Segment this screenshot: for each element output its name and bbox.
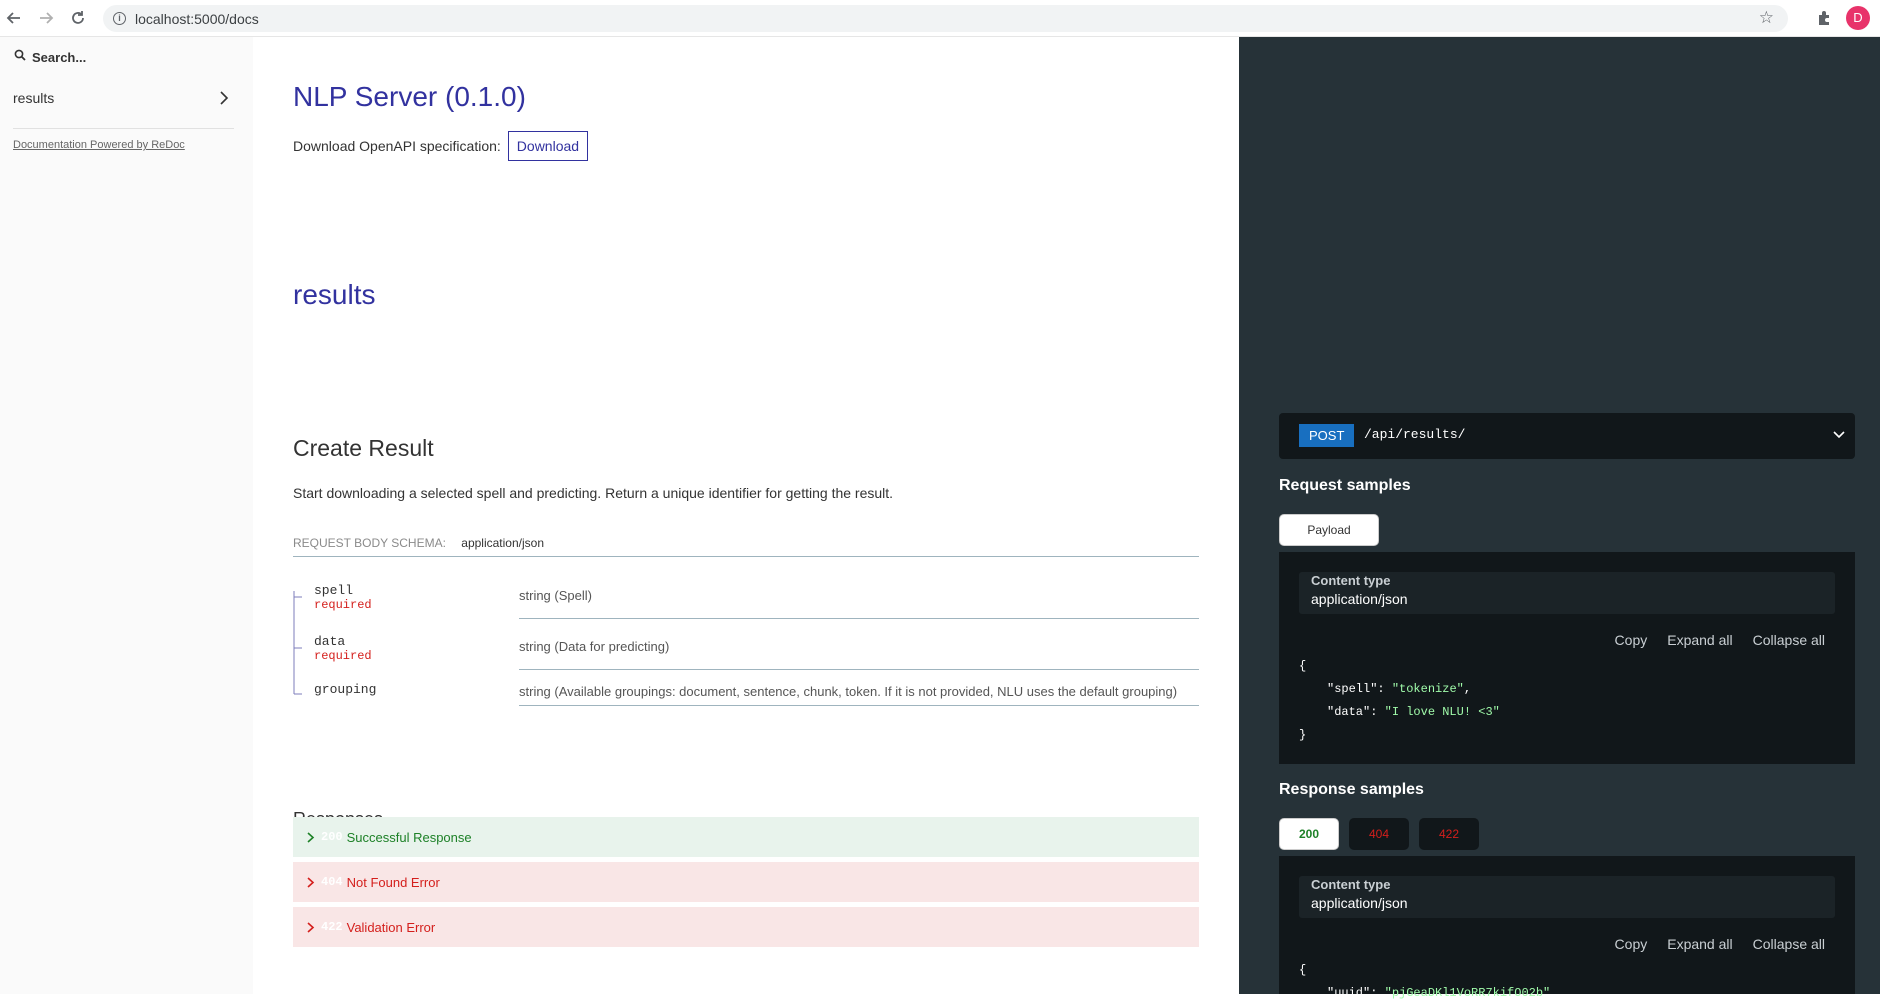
property-divider xyxy=(519,618,1199,619)
content-type-value[interactable]: application/json xyxy=(1311,895,1408,911)
schema-property-grouping: grouping string (Available groupings: do… xyxy=(293,682,1199,722)
sidebar-item-results[interactable]: results xyxy=(0,83,234,113)
response-200[interactable]: 200 Successful Response xyxy=(293,817,1199,857)
property-name: grouping xyxy=(314,682,377,697)
required-badge: required xyxy=(314,649,372,663)
content-type-box: Content type application/json xyxy=(1299,572,1835,614)
download-row: Download OpenAPI specification: Download xyxy=(293,131,589,161)
address-bar[interactable]: i localhost:5000/docs ☆ xyxy=(103,5,1788,32)
endpoint-bar[interactable]: POST /api/results/ xyxy=(1279,413,1855,459)
json-key: "data" xyxy=(1327,705,1371,719)
operation-description: Start downloading a selected spell and p… xyxy=(293,485,894,501)
response-label: Validation Error xyxy=(346,919,436,935)
tag-title[interactable]: results xyxy=(293,279,375,311)
response-json: { "uuid": "pjGeaDKl1VoRR7kifO02b" xyxy=(1299,959,1550,1005)
browser-toolbar: i localhost:5000/docs ☆ D xyxy=(0,0,1880,37)
response-code: 422 xyxy=(321,920,343,934)
bookmark-star-icon[interactable]: ☆ xyxy=(1759,8,1774,28)
schema-property-data: data required string (Data for predictin… xyxy=(293,634,1199,682)
json-string: "I love NLU! <3" xyxy=(1384,705,1500,719)
download-label: Download OpenAPI specification: xyxy=(293,138,501,154)
json-string: "pjGeaDKl1VoRR7kifO02b" xyxy=(1384,986,1551,1000)
property-name: spell xyxy=(314,583,354,598)
request-sample-box: Content type application/json Copy Expan… xyxy=(1279,552,1855,764)
json-line: "data": "I love NLU! <3" xyxy=(1327,705,1500,719)
json-key: "spell" xyxy=(1327,682,1378,696)
chevron-right-icon xyxy=(307,921,315,933)
response-label: Not Found Error xyxy=(346,874,440,890)
chevron-right-icon xyxy=(307,876,315,888)
property-divider xyxy=(519,669,1199,670)
tree-connector xyxy=(293,634,302,682)
content-type-box: Content type application/json xyxy=(1299,876,1835,918)
expand-all-button[interactable]: Expand all xyxy=(1667,632,1732,648)
response-code: 404 xyxy=(321,875,343,889)
content-type-value[interactable]: application/json xyxy=(1311,591,1408,607)
tree-connector xyxy=(293,591,302,635)
json-open-brace: { xyxy=(1299,963,1307,977)
chevron-down-icon xyxy=(1833,431,1845,439)
content-type-label: Content type xyxy=(1311,573,1391,588)
schema-property-spell: spell required string (Spell) xyxy=(293,583,1199,635)
profile-avatar[interactable]: D xyxy=(1846,6,1870,30)
forward-arrow-icon[interactable] xyxy=(36,8,56,28)
response-label: Successful Response xyxy=(346,829,472,845)
response-code: 200 xyxy=(321,830,343,844)
property-type: string (Spell) xyxy=(519,588,592,603)
response-samples-title: Response samples xyxy=(1279,781,1424,798)
sample-actions: Copy Expand all Collapse all xyxy=(1615,936,1825,952)
reload-icon[interactable] xyxy=(68,8,88,28)
url-text[interactable]: localhost:5000/docs xyxy=(135,11,259,27)
tab-payload[interactable]: Payload xyxy=(1279,514,1379,546)
sample-actions: Copy Expand all Collapse all xyxy=(1615,632,1825,648)
collapse-all-button[interactable]: Collapse all xyxy=(1753,632,1825,648)
search-input[interactable] xyxy=(32,45,232,69)
json-string: "tokenize" xyxy=(1391,682,1464,696)
expand-all-button[interactable]: Expand all xyxy=(1667,936,1732,952)
powered-by-link[interactable]: Documentation Powered by ReDoc xyxy=(13,139,185,151)
request-json: { "spell": "tokenize", "data": "I love N… xyxy=(1299,655,1500,747)
operation-title: Create Result xyxy=(293,435,434,461)
endpoint-path: /api/results/ xyxy=(1364,427,1466,442)
sidebar-item-label: results xyxy=(13,90,55,106)
copy-button[interactable]: Copy xyxy=(1615,632,1648,648)
search-box xyxy=(12,45,234,69)
collapse-all-button[interactable]: Collapse all xyxy=(1753,936,1825,952)
response-sample-box: Content type application/json Copy Expan… xyxy=(1279,856,1855,1000)
chevron-right-icon xyxy=(220,91,229,105)
sidebar: results Documentation Powered by ReDoc xyxy=(0,37,253,994)
content-type-label: Content type xyxy=(1311,877,1391,892)
back-arrow-icon[interactable] xyxy=(4,8,24,28)
json-line: "spell": "tokenize", xyxy=(1327,682,1472,696)
sidebar-divider xyxy=(13,128,234,129)
search-icon xyxy=(14,49,26,61)
api-content: NLP Server (0.1.0) Download OpenAPI spec… xyxy=(253,37,1239,994)
property-name: data xyxy=(314,634,346,649)
required-badge: required xyxy=(314,598,372,612)
request-samples-title: Request samples xyxy=(1279,477,1411,494)
api-title: NLP Server (0.1.0) xyxy=(293,81,526,112)
chevron-right-icon xyxy=(307,831,315,843)
tab-response-422[interactable]: 422 xyxy=(1419,818,1479,850)
response-422[interactable]: 422 Validation Error xyxy=(293,907,1199,947)
property-divider xyxy=(519,705,1199,706)
property-type: string (Data for predicting) xyxy=(519,639,670,654)
http-method-badge: POST xyxy=(1299,424,1355,447)
request-body-schema-header: Request Body schema: application/json xyxy=(293,536,1199,557)
property-type: string (Available groupings: document, s… xyxy=(519,684,1178,699)
copy-button[interactable]: Copy xyxy=(1615,936,1648,952)
tree-connector xyxy=(293,682,302,695)
json-close-brace: } xyxy=(1299,728,1307,742)
schema-content-type: application/json xyxy=(461,536,545,550)
download-button[interactable]: Download xyxy=(507,131,589,161)
samples-panel: POST /api/results/ Request samples Paylo… xyxy=(1239,37,1880,1000)
tab-response-404[interactable]: 404 xyxy=(1349,818,1409,850)
extensions-puzzle-icon[interactable] xyxy=(1816,9,1836,29)
response-404[interactable]: 404 Not Found Error xyxy=(293,862,1199,902)
json-key: "uuid" xyxy=(1327,986,1371,1000)
json-open-brace: { xyxy=(1299,659,1307,673)
schema-label: Request Body schema: xyxy=(293,536,446,550)
tab-response-200[interactable]: 200 xyxy=(1279,818,1339,850)
info-icon[interactable]: i xyxy=(113,12,126,25)
